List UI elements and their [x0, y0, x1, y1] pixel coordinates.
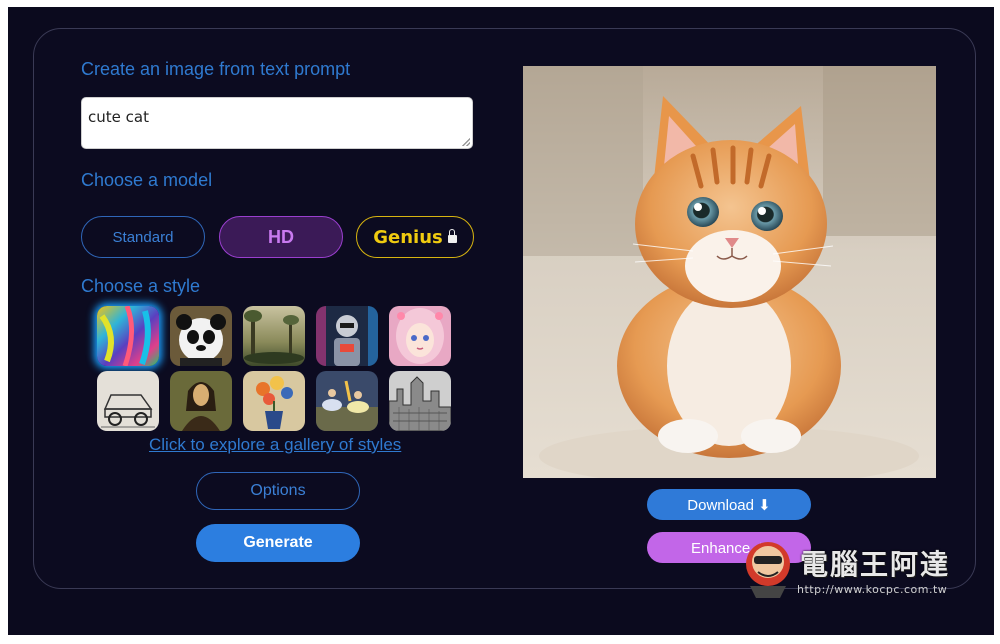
- model-hd-label: HD: [268, 226, 294, 247]
- model-standard-button[interactable]: Standard: [81, 216, 205, 258]
- options-label: Options: [250, 482, 306, 499]
- generate-label: Generate: [243, 534, 313, 551]
- style-grid: [97, 306, 453, 432]
- create-title: Create an image from text prompt: [81, 59, 351, 79]
- style-ballet-dancers[interactable]: [316, 371, 378, 431]
- style-panda[interactable]: [170, 306, 232, 366]
- model-genius-label: Genius: [373, 226, 443, 248]
- model-standard-label: Standard: [112, 228, 174, 246]
- style-flower-still-life[interactable]: [243, 371, 305, 431]
- model-genius-button[interactable]: Genius: [356, 216, 474, 258]
- download-button[interactable]: Download ⬇: [647, 489, 811, 520]
- prompt-input[interactable]: cute cat: [81, 97, 473, 149]
- watermark-url: http://www.kocpc.com.tw: [797, 583, 948, 596]
- model-hd-button[interactable]: HD: [219, 216, 343, 258]
- lock-icon: [447, 229, 457, 243]
- style-mona-lisa[interactable]: [170, 371, 232, 431]
- download-label: Download ⬇: [687, 496, 771, 514]
- prompt-text: cute cat: [88, 108, 149, 126]
- style-abstract-colorful[interactable]: [97, 306, 159, 366]
- style-city-sketch[interactable]: [389, 371, 451, 431]
- watermark-title: 電腦王阿達: [800, 548, 951, 581]
- resize-handle-icon[interactable]: [462, 138, 470, 146]
- style-landscape-painting[interactable]: [243, 306, 305, 366]
- model-title: Choose a model: [81, 170, 213, 190]
- style-robot[interactable]: [316, 306, 378, 366]
- generate-button[interactable]: Generate: [196, 524, 360, 562]
- style-car-sketch[interactable]: [97, 371, 159, 431]
- generated-image: [523, 66, 936, 478]
- style-title: Choose a style: [81, 276, 201, 296]
- style-anime-girl[interactable]: [389, 306, 451, 366]
- options-button[interactable]: Options: [196, 472, 360, 510]
- gallery-link[interactable]: Click to explore a gallery of styles: [149, 435, 401, 455]
